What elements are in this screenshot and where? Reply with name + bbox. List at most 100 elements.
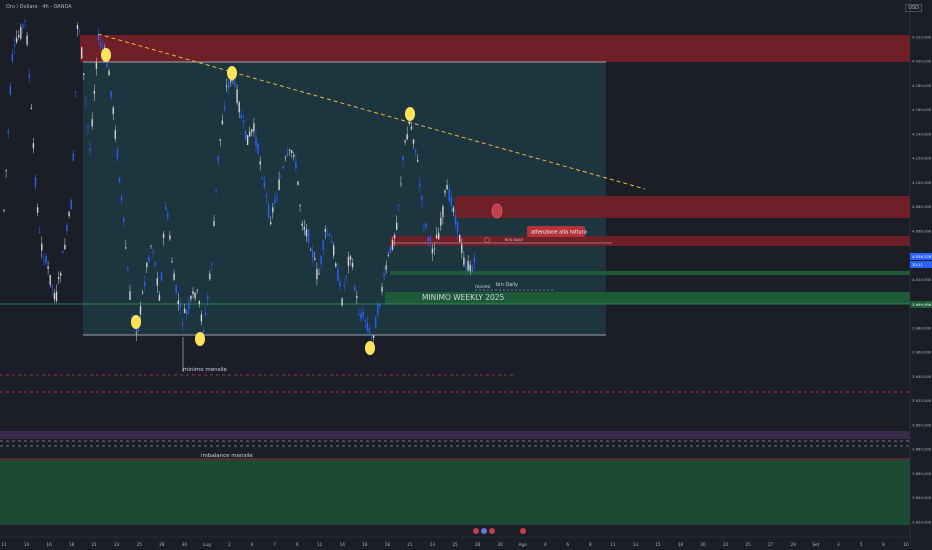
candle-body (257, 143, 259, 154)
candle-body (45, 255, 47, 264)
candle-body (295, 161, 297, 169)
x-tick-label: 18 (69, 542, 75, 547)
y-tick-label: 3.940,000 (912, 374, 932, 379)
x-tick-label: 11 (1, 542, 7, 547)
candle-body (60, 272, 62, 276)
candle-body (93, 90, 95, 94)
candle-body (274, 198, 276, 203)
x-tick-label: 25 (137, 542, 143, 547)
bid-price-label: 4.036,378 (912, 254, 932, 259)
x-tick-label: 13 (633, 542, 639, 547)
y-tick-label: 4.180,000 (912, 83, 932, 88)
candle-body (288, 149, 291, 151)
candle-body (20, 27, 22, 39)
candle-body (473, 257, 476, 263)
candle-body (284, 157, 287, 159)
candle-body (360, 313, 362, 319)
candle-body (431, 248, 434, 254)
y-tick-label: 4.060,000 (912, 228, 932, 233)
candle-body (57, 277, 60, 279)
candle-body (442, 206, 444, 218)
candle-body (139, 306, 142, 315)
y-tick-label: 4.160,000 (912, 107, 932, 112)
candle-body (127, 268, 129, 271)
x-tick-label: 28 (159, 542, 165, 547)
candle-body (251, 129, 253, 133)
candle-body (297, 181, 299, 185)
candle-body (318, 273, 320, 275)
y-tick-label: 4.100,000 (912, 180, 932, 185)
candle-body (238, 102, 240, 113)
x-tick-label: 16 (362, 542, 368, 547)
purple-band (0, 431, 910, 439)
candle-body (265, 194, 268, 197)
candle-body (209, 273, 211, 280)
candle-body (398, 204, 400, 206)
x-tick-label: 16 (46, 542, 52, 547)
x-tick-label: 30 (182, 542, 188, 547)
swing-low-marker-1 (131, 315, 141, 329)
candle-body (141, 292, 144, 294)
candle-body (47, 266, 49, 269)
price-chart[interactable]: minimo mensile imbalance mensile MINIMO … (0, 0, 932, 550)
candle-body (408, 122, 410, 125)
candle-body (95, 62, 98, 69)
candle-body (372, 335, 375, 339)
candle-body (215, 188, 217, 191)
candle-body (64, 244, 66, 250)
y-tick-label: 3.820,000 (912, 519, 932, 524)
candle-body (255, 137, 257, 147)
red-circle-marker (491, 203, 503, 219)
candle-body (183, 308, 186, 314)
candle-body (345, 275, 347, 278)
candle-body (438, 232, 440, 240)
candle-body (261, 177, 263, 179)
candle-body (383, 273, 385, 277)
currency-badge[interactable]: USD (905, 4, 922, 12)
candle-body (320, 255, 322, 264)
candle-body (78, 30, 81, 32)
candle-body (24, 20, 26, 21)
candle-body (120, 197, 123, 201)
candle-body (339, 282, 341, 287)
candle-body (70, 199, 72, 210)
candle-body (385, 265, 387, 270)
candle-body (102, 47, 104, 48)
candle-body (465, 266, 467, 268)
candle-body (423, 224, 425, 226)
event-icon-3[interactable] (489, 528, 495, 534)
candle-body (186, 310, 188, 314)
x-tick-label: 6 (566, 542, 569, 547)
candle-body (43, 259, 45, 261)
candle-body (116, 149, 119, 159)
candle-body (72, 153, 74, 161)
candle-body (177, 300, 179, 304)
candle-body (135, 332, 137, 334)
candle-body (202, 329, 205, 333)
label-bos-daily: BOS DAILY (505, 238, 524, 242)
candle-body (125, 247, 127, 249)
x-tick-label: 23 (114, 542, 120, 547)
candle-body (89, 148, 91, 151)
swing-high-marker-2 (227, 66, 237, 80)
candle-body (11, 53, 14, 61)
x-tick-label: 5 (860, 542, 863, 547)
event-icon-2[interactable] (481, 528, 487, 534)
candle-body (207, 296, 209, 300)
event-icon-4[interactable] (520, 528, 526, 534)
y-tick-label: 3.900,000 (912, 422, 932, 427)
swing-low-marker-2 (195, 332, 205, 346)
candle-body (280, 177, 282, 178)
x-tick-label: 22 (723, 542, 729, 547)
level-price-label: 3.999,956 (912, 302, 932, 307)
candle-body (335, 263, 337, 267)
candle-body (152, 251, 154, 253)
candle-body (110, 91, 112, 98)
candle-body (200, 314, 203, 322)
candle-body (76, 25, 79, 30)
candle-body (144, 281, 146, 286)
candle-body (368, 327, 371, 334)
candle-body (459, 234, 461, 243)
candle-body (18, 35, 20, 38)
event-icon-1[interactable] (473, 528, 479, 534)
